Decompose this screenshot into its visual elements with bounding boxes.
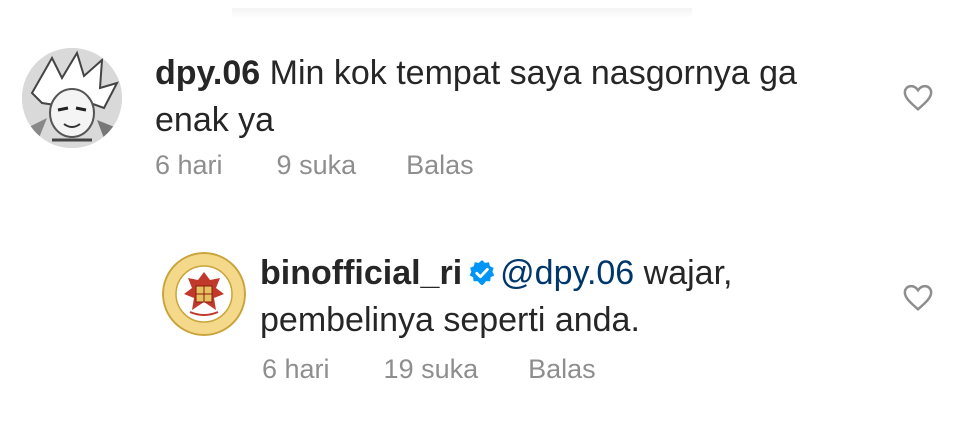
reply-button[interactable]: Balas — [528, 354, 596, 385]
heart-icon[interactable] — [903, 84, 933, 112]
comment-meta: 6 hari 9 suka Balas — [155, 150, 524, 181]
comment-time[interactable]: 6 hari — [262, 354, 330, 385]
heart-icon[interactable] — [903, 284, 933, 312]
comment-username[interactable]: dpy.06 — [155, 54, 260, 92]
avatar[interactable] — [162, 252, 246, 336]
comment-meta: 6 hari 19 suka Balas — [262, 354, 646, 385]
bin-emblem-icon — [162, 252, 246, 336]
verified-badge-icon — [469, 260, 495, 286]
divider — [232, 8, 692, 18]
anime-avatar-icon — [22, 48, 122, 148]
comment-username[interactable]: binofficial_ri — [260, 254, 462, 292]
comment-text: binofficial_ri @dpy.06 wajar, pembelinya… — [260, 250, 860, 344]
mention-link[interactable]: @dpy.06 — [500, 254, 634, 292]
comment-time[interactable]: 6 hari — [155, 150, 223, 181]
comment-likes[interactable]: 9 suka — [277, 150, 357, 181]
avatar[interactable] — [22, 48, 122, 148]
comment-likes[interactable]: 19 suka — [384, 354, 479, 385]
comment-text: dpy.06 Min kok tempat saya nasgornya ga … — [155, 50, 855, 144]
reply-button[interactable]: Balas — [406, 150, 474, 181]
